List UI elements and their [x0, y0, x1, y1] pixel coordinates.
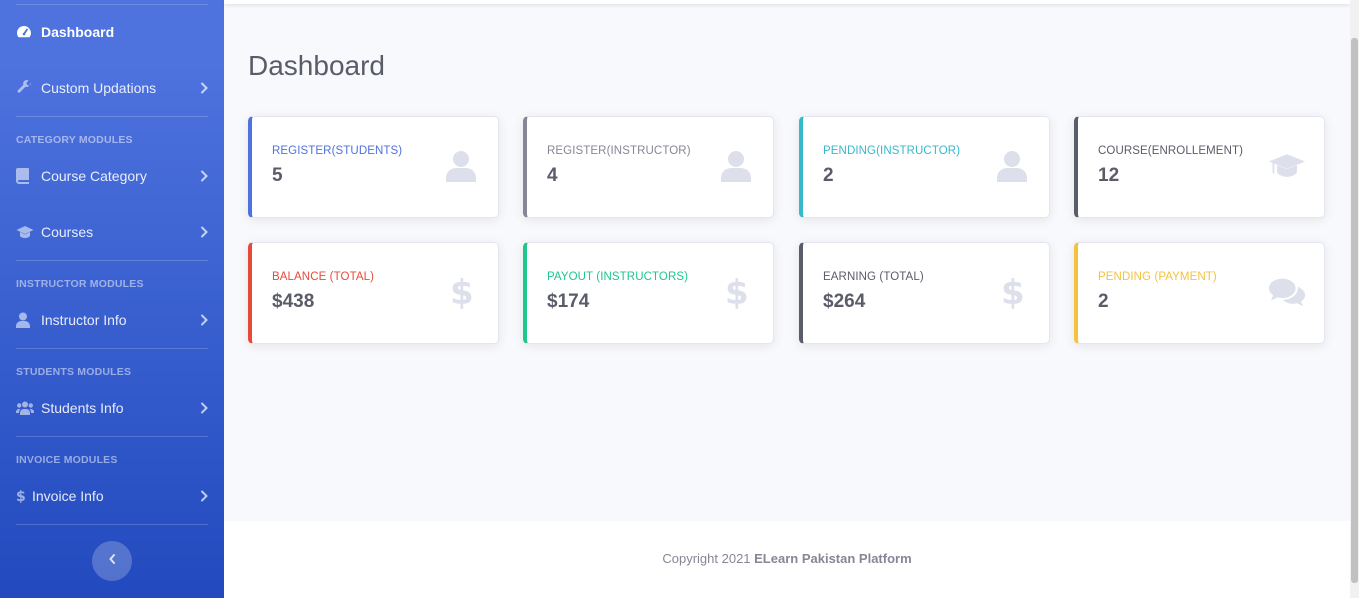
svg-text:$: $ [16, 489, 26, 504]
sidebar-divider [16, 260, 208, 261]
chevron-right-icon [198, 82, 208, 94]
sidebar-item-custom-updations[interactable]: Custom Updations [16, 76, 208, 100]
sidebar-item-students-info[interactable]: Students Info [16, 396, 208, 420]
stat-card-value: 4 [547, 165, 558, 186]
sidebar-divider [16, 348, 208, 349]
sidebar-heading-instructor: INSTRUCTOR MODULES [16, 278, 144, 290]
stat-card-title: BALANCE (TOTAL) [272, 271, 375, 283]
chevron-right-icon [198, 226, 208, 238]
scrollbar[interactable] [1350, 0, 1359, 598]
stat-card: EARNING (TOTAL) $264 $ [799, 242, 1050, 344]
sidebar-item-label: Invoice Info [32, 488, 104, 504]
chevron-right-icon [198, 170, 208, 182]
graduation-cap-icon [16, 224, 34, 240]
dollar-icon: $ [993, 273, 1031, 311]
stat-card-title: PAYOUT (INSTRUCTORS) [547, 271, 689, 283]
stat-card-value: 5 [272, 165, 283, 186]
svg-text:$: $ [1001, 274, 1024, 310]
chevron-right-icon [198, 314, 208, 326]
sidebar-item-label: Dashboard [41, 24, 115, 40]
svg-text:$: $ [450, 274, 473, 310]
stat-card-value: $174 [547, 291, 590, 312]
stat-card-title: EARNING (TOTAL) [823, 271, 924, 283]
chevron-right-icon [198, 490, 208, 502]
book-icon [16, 168, 34, 184]
sidebar-heading-students: STUDENTS MODULES [16, 366, 132, 378]
user-icon [16, 312, 34, 328]
svg-text:$: $ [725, 274, 748, 310]
dollar-icon: $ [717, 273, 755, 311]
stat-card-value: 2 [823, 165, 834, 186]
stat-card: PAYOUT (INSTRUCTORS) $174 $ [523, 242, 774, 344]
chevron-right-icon [198, 402, 208, 414]
copyright-prefix: Copyright 2021 [662, 551, 755, 566]
user-icon [717, 147, 755, 185]
graduation-cap-icon [1268, 147, 1306, 185]
dollar-icon: $ [16, 488, 30, 504]
stat-card-value: 12 [1098, 165, 1120, 186]
stat-card: PENDING(INSTRUCTOR) 2 [799, 116, 1050, 218]
stat-card-title: REGISTER(INSTRUCTOR) [547, 145, 691, 157]
sidebar-toggle-button[interactable] [92, 541, 132, 581]
wrench-icon [16, 80, 34, 96]
sidebar-item-label: Custom Updations [41, 80, 157, 96]
chevron-left-icon [108, 552, 116, 570]
sidebar-divider [16, 116, 208, 117]
stat-card-title: PENDING(INSTRUCTOR) [823, 145, 961, 157]
sidebar-item-dashboard[interactable]: Dashboard [16, 20, 208, 44]
sidebar-heading-invoice: INVOICE MODULES [16, 454, 118, 466]
user-icon [993, 147, 1031, 185]
stat-card: REGISTER(STUDENTS) 5 [248, 116, 499, 218]
scrollbar-thumb[interactable] [1351, 38, 1358, 583]
stat-card: BALANCE (TOTAL) $438 $ [248, 242, 499, 344]
sidebar: Dashboard Custom Updations CATEGORY MODU… [0, 0, 224, 598]
footer: Copyright 2021 ELearn Pakistan Platform [224, 521, 1350, 598]
brand-name: ELearn Pakistan Platform [754, 551, 912, 566]
sidebar-item-courses[interactable]: Courses [16, 220, 208, 244]
stat-card-value: 2 [1098, 291, 1109, 312]
dollar-icon: $ [442, 273, 480, 311]
stat-card-value: $438 [272, 291, 315, 312]
stat-card: PENDING (PAYMENT) 2 [1074, 242, 1325, 344]
sidebar-item-course-category[interactable]: Course Category [16, 164, 208, 188]
sidebar-item-label: Courses [41, 224, 94, 240]
stat-card: COURSE(ENROLLEMENT) 12 [1074, 116, 1325, 218]
stat-card-value: $264 [823, 291, 866, 312]
user-icon [442, 147, 480, 185]
sidebar-divider [16, 436, 208, 437]
sidebar-item-label: Course Category [41, 168, 147, 184]
stat-card: REGISTER(INSTRUCTOR) 4 [523, 116, 774, 218]
copyright-text: Copyright 2021 ELearn Pakistan Platform [224, 551, 1350, 566]
sidebar-item-instructor-info[interactable]: Instructor Info [16, 308, 208, 332]
sidebar-heading-category: CATEGORY MODULES [16, 134, 133, 146]
sidebar-divider [16, 524, 208, 525]
stat-card-title: PENDING (PAYMENT) [1098, 271, 1217, 283]
tachometer-icon [16, 24, 34, 40]
users-icon [16, 400, 34, 416]
stat-card-title: COURSE(ENROLLEMENT) [1098, 145, 1244, 157]
topbar [224, 0, 1350, 4]
sidebar-item-label: Students Info [41, 400, 124, 416]
sidebar-divider [16, 4, 208, 5]
sidebar-item-invoice-info[interactable]: $ Invoice Info [16, 484, 208, 508]
comments-icon [1268, 273, 1306, 311]
page-title: Dashboard [248, 50, 385, 81]
sidebar-item-label: Instructor Info [41, 312, 127, 328]
stat-card-title: REGISTER(STUDENTS) [272, 145, 403, 157]
